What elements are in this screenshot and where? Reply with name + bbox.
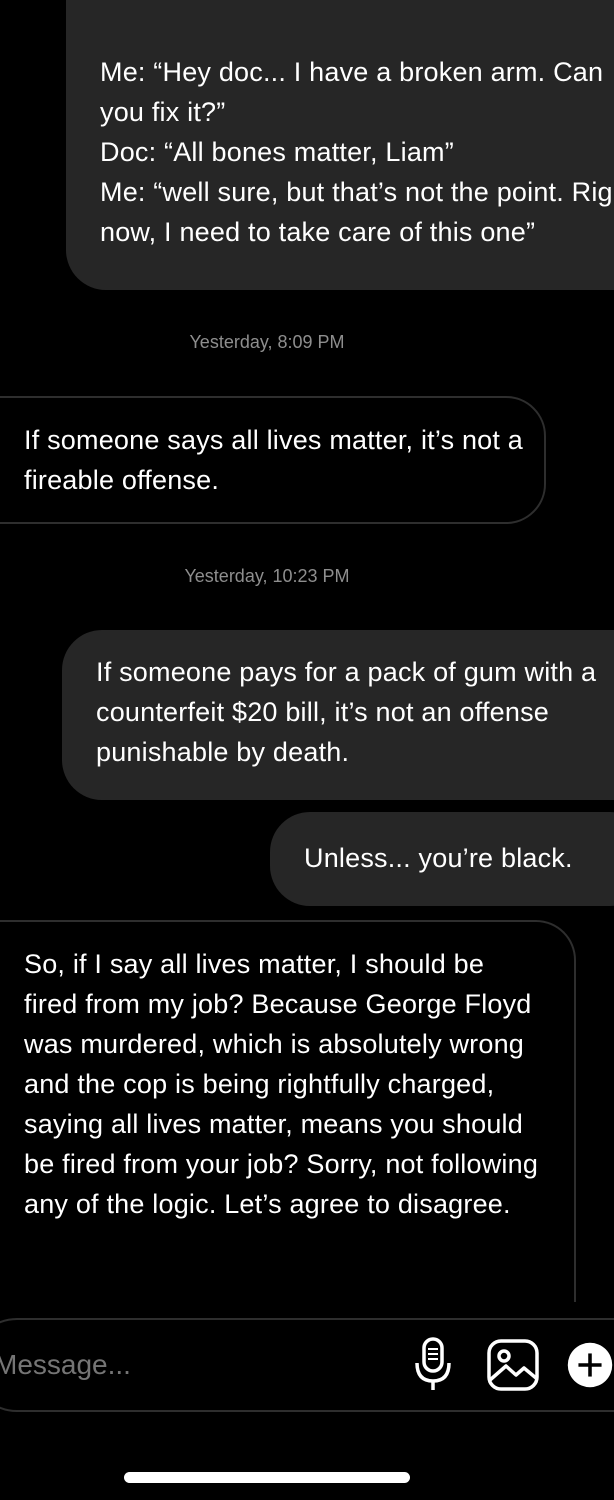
message-text: So, if I say all lives matter, I should … — [24, 949, 539, 1219]
message-text: If someone pays for a pack of gum with a… — [96, 657, 597, 767]
message-text: Me: “Hey doc... I have a broken arm. Can… — [100, 57, 614, 247]
plus-icon — [567, 1342, 613, 1388]
message-text: If someone says all lives matter, it’s n… — [24, 425, 524, 495]
message-bubble-sent[interactable]: Unless... you’re black. — [270, 812, 614, 906]
timestamp: Yesterday, 8:09 PM — [189, 332, 345, 352]
message-bubble-received[interactable]: If someone says all lives matter, it’s n… — [0, 396, 546, 524]
more-button[interactable] — [566, 1336, 614, 1394]
microphone-button[interactable] — [404, 1336, 462, 1394]
message-text: Unless... you’re black. — [304, 843, 573, 873]
chat-screen: Me: “Hey doc... I have a broken arm. Can… — [0, 0, 614, 1500]
image-icon — [487, 1339, 539, 1391]
microphone-icon — [415, 1337, 451, 1390]
message-bubble-sent[interactable]: Me: “Hey doc... I have a broken arm. Can… — [66, 0, 614, 290]
home-indicator[interactable] — [124, 1472, 410, 1483]
message-bubble-sent[interactable]: If someone pays for a pack of gum with a… — [62, 630, 614, 800]
timestamp: Yesterday, 10:23 PM — [184, 566, 350, 586]
gallery-button[interactable] — [484, 1336, 542, 1394]
message-bubble-received[interactable]: So, if I say all lives matter, I should … — [0, 920, 576, 1360]
message-input[interactable] — [0, 1340, 394, 1390]
